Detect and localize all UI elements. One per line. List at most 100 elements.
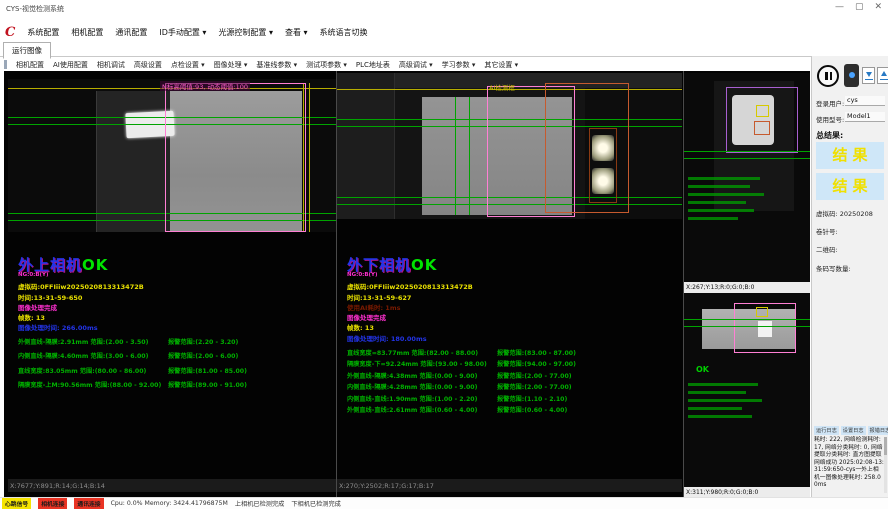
tool-learning-params[interactable]: 学习参数 ▾ — [442, 60, 476, 70]
left-time: 时间:13-31-59-650 — [18, 292, 82, 302]
measurement-value: 内侧直线-隔膜:4.28mm 范围:(0.00 - 9.00) — [347, 382, 477, 391]
qr-code-field: 二维码: — [816, 244, 838, 254]
measurement-value: 隔膜宽度-上M:90.56mm 范围:(88.00 - 92.00) — [18, 380, 161, 389]
camera-lens-icon — [849, 72, 855, 78]
tool-camera-debug[interactable]: 相机调试 — [97, 60, 125, 70]
import-button[interactable] — [862, 67, 875, 84]
result-box-upper: 结果 — [816, 142, 884, 169]
camera-connect-badge: 相机连接 — [38, 498, 67, 509]
menu-item-language-switch[interactable]: 系统语言切换 — [320, 27, 368, 38]
bright-spot — [758, 321, 772, 337]
total-result-label: 总结果: — [816, 130, 843, 141]
measure-line — [684, 151, 810, 152]
menu-item-view[interactable]: 查看 ▾ — [285, 27, 308, 38]
measurement-value: 外侧直线-隔膜:4.38mm 范围:(0.00 - 9.00) — [347, 371, 477, 380]
maximize-button[interactable]: ▢ — [855, 2, 864, 12]
measurement-value: 内侧直线-隔膜:4.60mm 范围:(3.00 - 6.00) — [18, 351, 148, 360]
tool-ai-config[interactable]: AI使用配置 — [53, 60, 88, 70]
tray-icon — [880, 79, 888, 81]
tool-baseline-params[interactable]: 基准线参数 ▾ — [256, 60, 297, 70]
log-tab-errors[interactable]: 报错日志 — [868, 426, 888, 435]
tab-run-image[interactable]: 运行图像 — [3, 42, 51, 59]
middle-camera-image[interactable]: AI检测框 — [337, 73, 682, 219]
middle-process-done: 图像处理完成 — [347, 312, 386, 322]
alarm-range: 报警范围:(2.20 - 3.20) — [168, 337, 238, 346]
camera-status: OK — [82, 256, 108, 274]
minimize-button[interactable]: — — [835, 2, 844, 12]
cpu-memory-status: Cpu: 0.0% Memory: 3424.41796875M — [111, 500, 228, 507]
tool-other-settings[interactable]: 其它设置 ▾ — [484, 60, 518, 70]
tool-spot-check[interactable]: 点检设置 ▾ — [171, 60, 205, 70]
tool-advanced-settings[interactable]: 高级设置 — [134, 60, 162, 70]
log-tab-run[interactable]: 运行日志 — [814, 426, 839, 435]
log-tab-settings[interactable]: 设置日志 — [841, 426, 866, 435]
ocr-text-lines — [688, 209, 754, 212]
status-bar: 心跳信号 相机连接 通讯连接 Cpu: 0.0% Memory: 3424.41… — [0, 497, 888, 509]
menu-item-id-manual-config[interactable]: ID手动配置 ▾ — [159, 27, 206, 38]
ocr-text-lines — [688, 201, 746, 204]
ocr-text-lines — [688, 383, 758, 386]
feature-box — [756, 307, 768, 317]
tab-bar: 运行图像 — [0, 40, 888, 57]
tool-image-processing[interactable]: 图像处理 ▾ — [214, 60, 248, 70]
aux-top-camera-image[interactable] — [684, 73, 810, 282]
result-box-lower: 结果 — [816, 173, 884, 200]
measure-line — [684, 326, 810, 327]
toolbar-grip — [4, 60, 7, 69]
tool-test-params[interactable]: 测试项参数 ▾ — [306, 60, 347, 70]
tray-icon — [865, 79, 873, 81]
log-tab-bar: 运行日志 设置日志 报错日志 — [814, 426, 888, 435]
close-button[interactable]: ✕ — [874, 2, 882, 12]
export-button[interactable] — [877, 67, 888, 84]
roi-rect — [165, 83, 306, 232]
alarm-range: 报警范围:(0.60 - 4.00) — [497, 405, 567, 414]
ocr-text-lines — [688, 415, 752, 418]
log-scrollbar[interactable] — [884, 437, 887, 493]
measurement-value: 内侧直线-直线:1.90mm 范围:(1.00 - 2.20) — [347, 394, 477, 403]
middle-camera-subtext: NG:0:B(Y) — [347, 272, 378, 278]
arrow-down-icon — [866, 72, 872, 77]
measurement-value: 外侧直线-隔膜:2.91mm 范围:(2.00 - 3.50) — [18, 337, 148, 346]
ocr-text-lines — [688, 193, 764, 196]
tool-plc-address[interactable]: PLC地址表 — [356, 60, 390, 70]
login-user-label: 登录用户: — [816, 98, 844, 108]
middle-process-time: 图像处理时间: 180.00ms — [347, 333, 427, 343]
middle-virtual-code: 虚拟码:0FFIiiw2025020813313472B — [347, 281, 473, 291]
threshold-overlay-label: N标高阈值:93, 动态阈值:100 — [160, 81, 250, 91]
login-user-field[interactable]: cys — [845, 96, 885, 106]
ocr-text-lines — [688, 407, 742, 410]
menu-item-camera-config[interactable]: 相机配置 — [71, 27, 103, 38]
middle-ai-time: 使用AI耗时: 1ms — [347, 302, 400, 312]
aux-ok-label: OK — [696, 365, 709, 374]
arrow-up-icon — [881, 71, 887, 76]
pause-button[interactable] — [817, 65, 839, 87]
tool-camera-config[interactable]: 相机配置 — [16, 60, 44, 70]
aux-bottom-camera-image[interactable]: OK — [684, 293, 810, 487]
window-title: CYS-视觉检测系统 — [6, 4, 64, 14]
measurement-value: 隔膜宽度-下=92.24mm 范围:(93.00 - 98.00) — [347, 359, 487, 368]
alarm-range: 报警范围:(1.10 - 2.10) — [497, 394, 567, 403]
upper-camera-status: 上相机已检测完成 — [235, 499, 285, 508]
middle-time: 时间:13-31-59-627 — [347, 292, 411, 302]
measure-line — [469, 97, 470, 215]
barcode-count-field: 条码写数量: — [816, 263, 851, 273]
measurement-value: 外侧直线-直线:2.61mm 范围:(0.60 - 4.00) — [347, 405, 477, 414]
left-camera-subtext: NG:0:B(Y) — [18, 272, 49, 278]
left-frame-count: 帧数: 13 — [18, 312, 45, 322]
model-field[interactable]: Model1 — [845, 112, 885, 122]
tool-advanced-debug[interactable]: 高级调试 ▾ — [399, 60, 433, 70]
menu-item-comm-config[interactable]: 通讯配置 — [115, 27, 147, 38]
right-sidebar: 登录用户: cys 使用型号: Model1 总结果: 结果 结果 虚拟码: 2… — [811, 56, 888, 497]
menu-item-system-config[interactable]: 系统配置 — [27, 27, 59, 38]
left-virtual-code: 虚拟码:0FFIiiw2025020813313472B — [18, 281, 144, 291]
left-camera-image[interactable]: N标高阈值:93, 动态阈值:100 — [8, 79, 336, 232]
menu-item-light-control[interactable]: 光源控制配置 ▾ — [218, 27, 273, 38]
camera-capture-button[interactable] — [844, 64, 859, 87]
aux-top-cursor-coords: X:267;Y:13;R:0;G:0;B:0 — [684, 282, 810, 293]
alarm-range: 报警范围:(94.00 - 97.00) — [497, 359, 576, 368]
ocr-text-lines — [688, 185, 750, 188]
ai-detect-rect — [545, 83, 629, 213]
ocr-text-lines — [688, 391, 746, 394]
toolbar: 相机配置 AI使用配置 相机调试 高级设置 点检设置 ▾ 图像处理 ▾ 基准线参… — [0, 58, 888, 71]
feature-box — [756, 105, 769, 117]
